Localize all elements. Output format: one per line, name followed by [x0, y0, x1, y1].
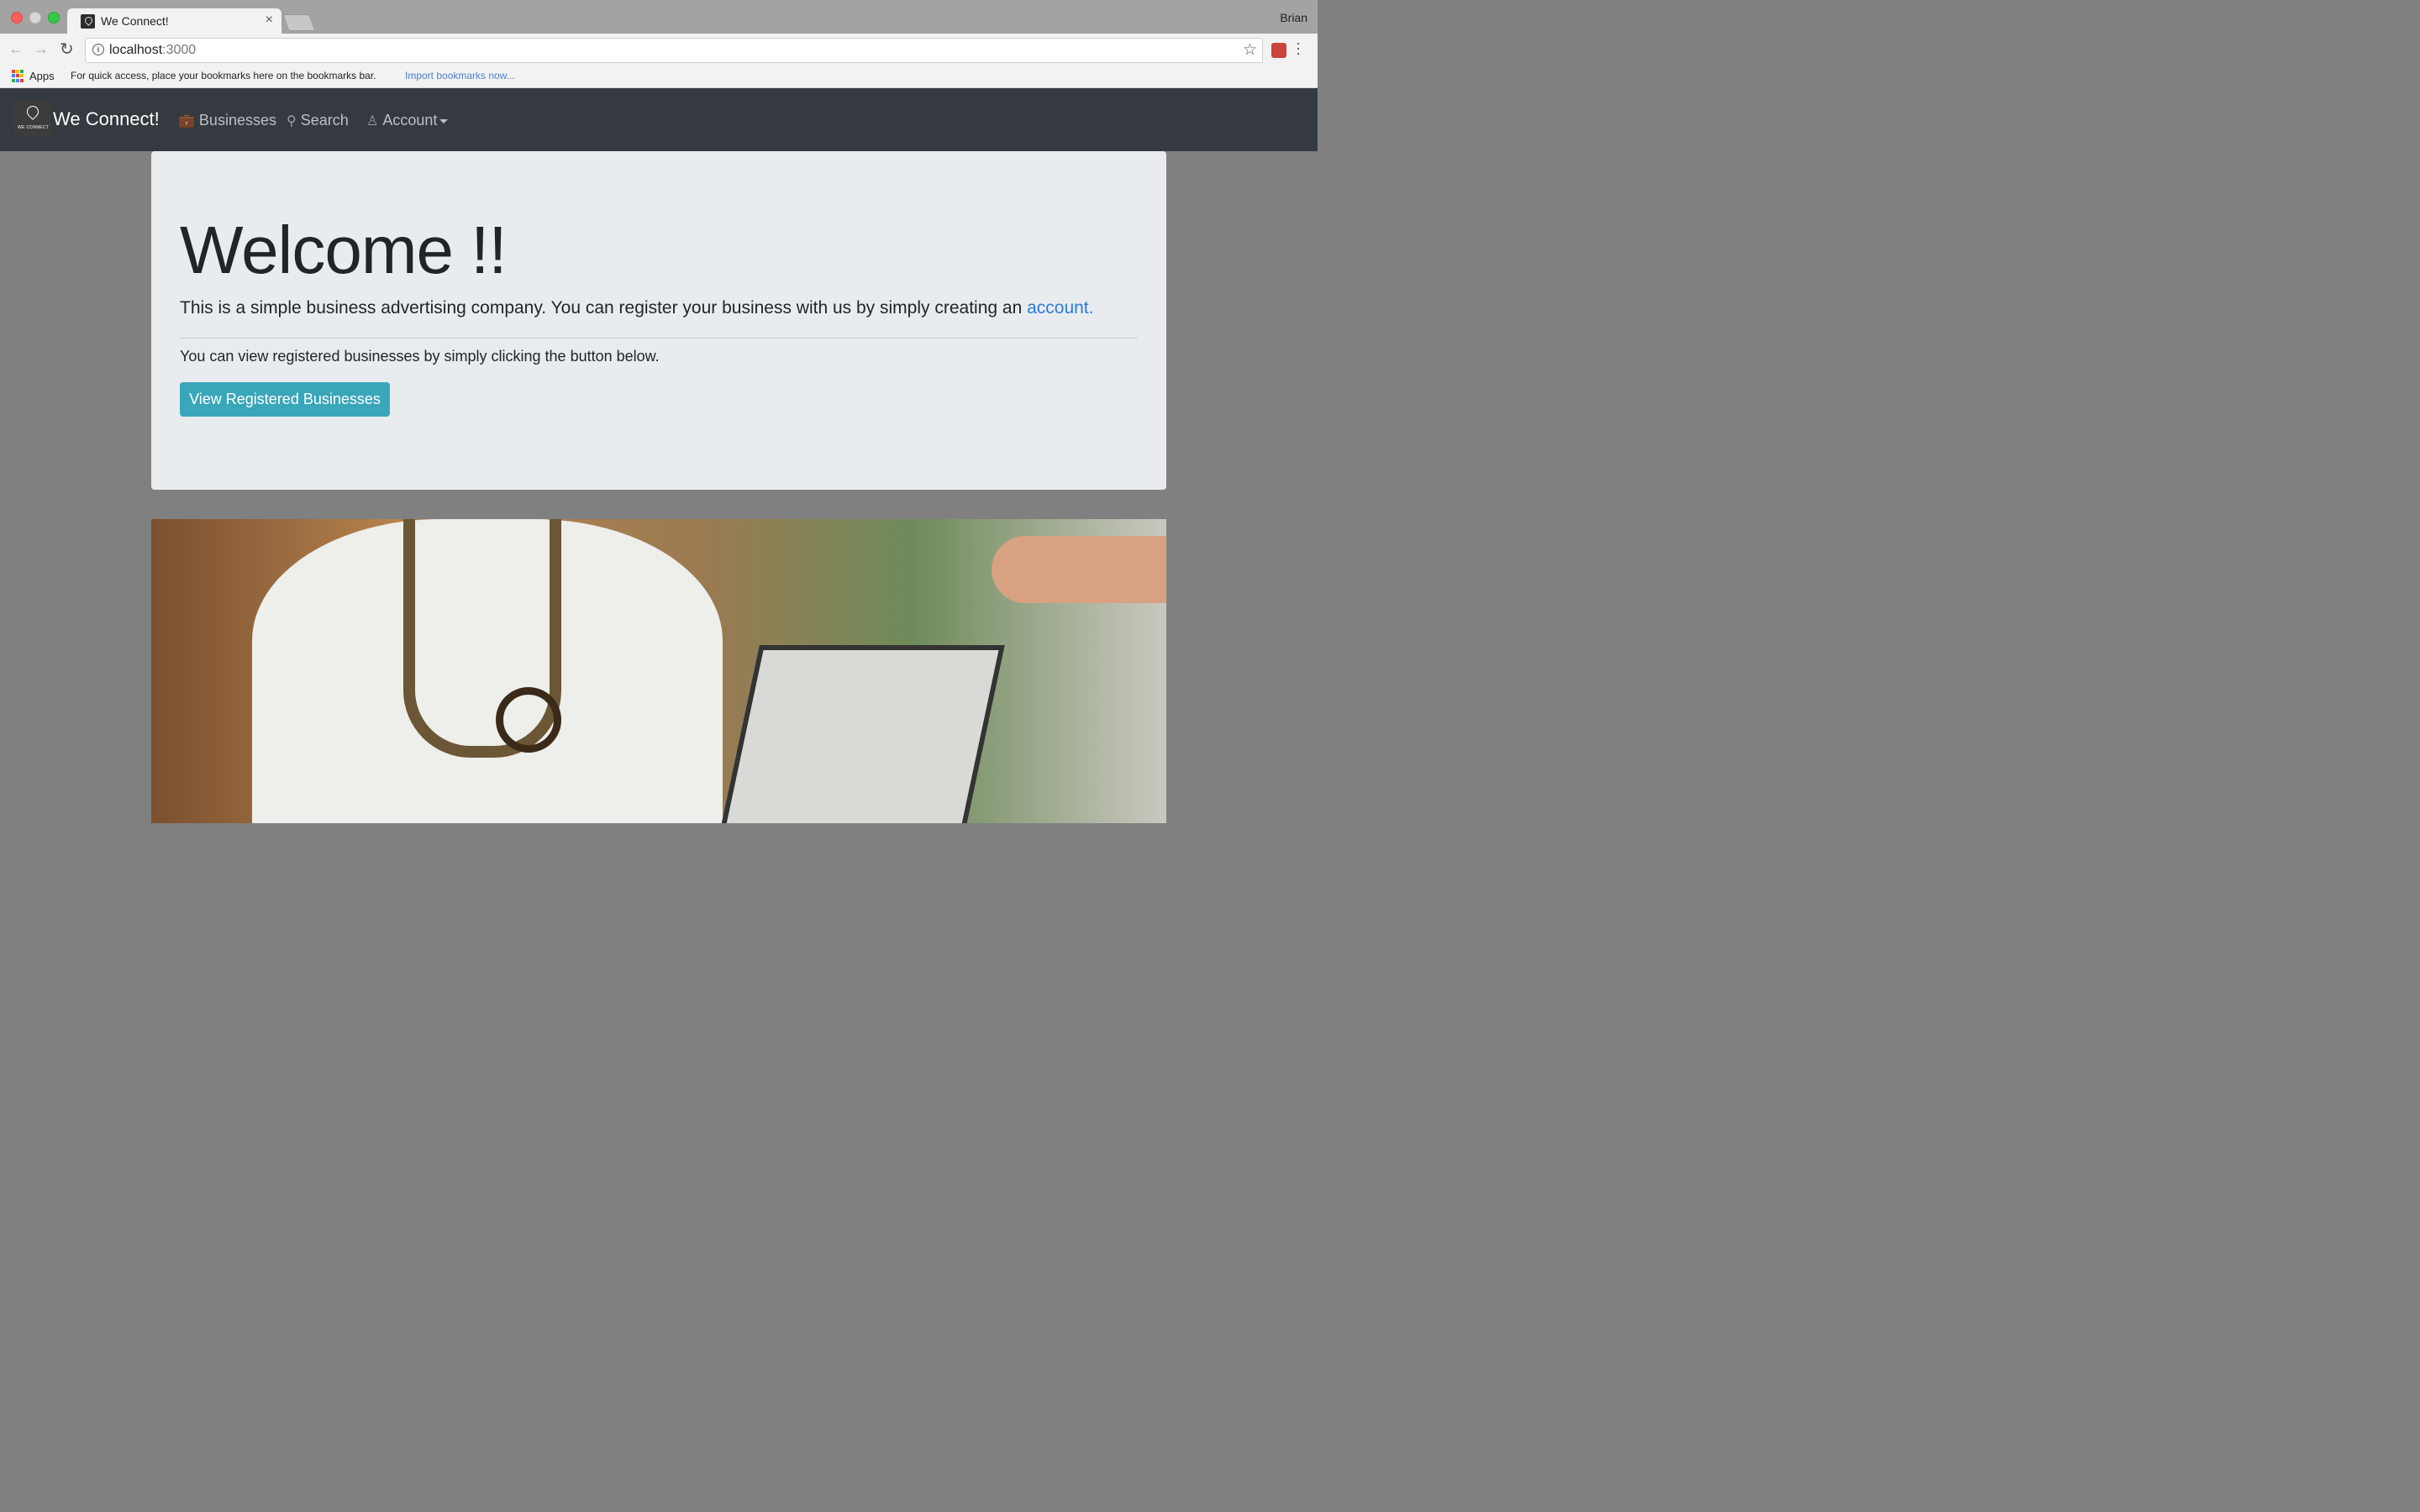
- bookmarks-hint: For quick access, place your bookmarks h…: [71, 70, 376, 81]
- site-info-icon[interactable]: i: [92, 44, 104, 55]
- chevron-down-icon: [439, 118, 449, 123]
- brand-logo[interactable]: [14, 99, 51, 136]
- instruction-text: You can view registered businesses by si…: [180, 348, 660, 365]
- apps-grid-icon[interactable]: [12, 70, 24, 82]
- view-registered-businesses-button[interactable]: View Registered Businesses: [180, 382, 390, 417]
- url-port: :3000: [162, 43, 197, 57]
- url-text[interactable]: localhost:3000: [109, 43, 196, 58]
- maximize-window-button[interactable]: [48, 12, 60, 24]
- site-favicon-icon: [81, 14, 95, 29]
- hero-photo: [151, 519, 1166, 823]
- photo-hand: [992, 536, 1166, 603]
- nav-account-label: Account: [382, 112, 438, 129]
- welcome-jumbotron: Welcome !! This is a simple business adv…: [151, 151, 1166, 490]
- close-window-button[interactable]: [11, 12, 23, 24]
- user-icon: ♙: [366, 114, 379, 129]
- photo-pendant: [496, 687, 561, 753]
- tab-title: We Connect!: [101, 14, 169, 28]
- lead-paragraph: This is a simple business advertising co…: [180, 298, 1093, 318]
- reload-icon[interactable]: ↻: [60, 39, 74, 60]
- nav-businesses[interactable]: 💼 Businesses: [178, 112, 276, 129]
- divider: [180, 338, 1138, 339]
- browser-titlebar: We Connect! × Brian: [0, 0, 1318, 34]
- browser-tab[interactable]: We Connect! ×: [67, 8, 281, 34]
- nav-businesses-label: Businesses: [198, 112, 276, 129]
- nav-search-label: Search: [300, 112, 349, 129]
- nav-search[interactable]: ⚲ Search: [287, 112, 349, 129]
- close-tab-icon[interactable]: ×: [266, 13, 273, 28]
- photo-laptop: [719, 645, 1005, 823]
- profile-name[interactable]: Brian: [1280, 11, 1307, 24]
- briefcase-icon: 💼: [178, 114, 195, 129]
- account-link[interactable]: account.: [1027, 298, 1093, 318]
- lead-text: This is a simple business advertising co…: [180, 298, 1028, 318]
- import-bookmarks-link[interactable]: Import bookmarks now...: [405, 70, 515, 81]
- new-tab-button[interactable]: [282, 14, 316, 31]
- search-icon: ⚲: [287, 114, 297, 129]
- bookmarks-bar: Apps For quick access, place your bookma…: [0, 66, 1318, 88]
- address-bar[interactable]: i localhost:3000 ☆: [85, 38, 1263, 63]
- minimize-window-button[interactable]: [29, 12, 41, 24]
- browser-toolbar: ← → ↻ i localhost:3000 ☆ · · ·: [0, 34, 1318, 66]
- extension-icon[interactable]: [1271, 43, 1286, 58]
- forward-arrow-icon[interactable]: →: [34, 40, 49, 58]
- url-host: localhost: [109, 43, 163, 57]
- browser-menu-icon[interactable]: · · ·: [1296, 35, 1301, 60]
- apps-link[interactable]: Apps: [29, 70, 55, 82]
- nav-account-dropdown[interactable]: ♙ Account: [366, 112, 449, 129]
- bookmark-star-icon[interactable]: ☆: [1243, 40, 1257, 60]
- site-navbar: We Connect! 💼Businesses ⚲Search ♙Account: [0, 88, 1318, 151]
- brand-name[interactable]: We Connect!: [53, 108, 160, 130]
- page-title: Welcome !!: [180, 213, 508, 287]
- back-arrow-icon[interactable]: ←: [8, 40, 24, 58]
